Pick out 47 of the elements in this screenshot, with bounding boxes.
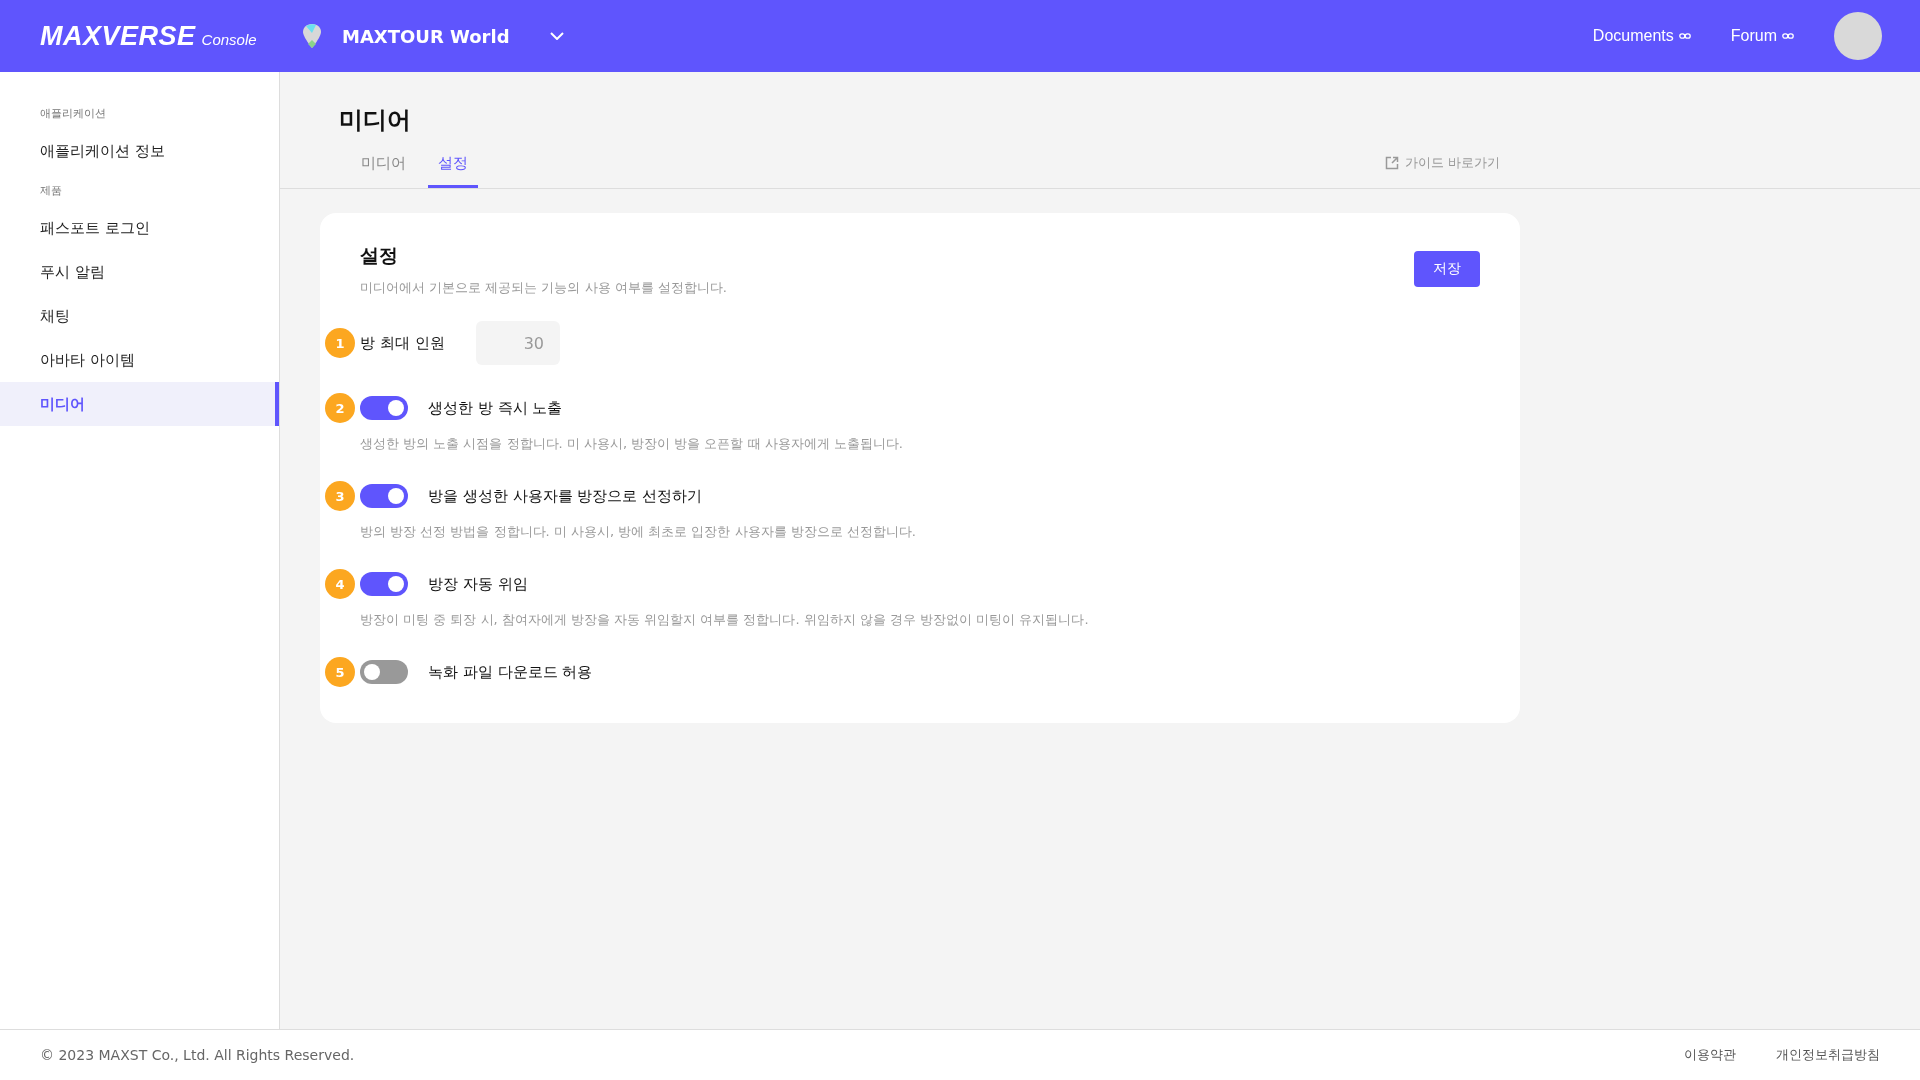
footer-link[interactable]: 개인정보취급방침 xyxy=(1776,1046,1880,1064)
sidebar-item[interactable]: 채팅 xyxy=(0,294,279,338)
card-subtitle: 미디어에서 기본으로 제공되는 기능의 사용 여부를 설정합니다. xyxy=(360,279,727,297)
step-number: 5 xyxy=(325,657,355,687)
project-name[interactable]: MAXTOUR World xyxy=(342,25,510,47)
chevron-down-icon[interactable] xyxy=(549,32,564,40)
step-number: 1 xyxy=(325,328,355,358)
number-field[interactable]: 30 xyxy=(476,321,560,365)
guide-link[interactable]: 가이드 바로가기 xyxy=(1384,154,1500,188)
sidebar-section-title: 제품 xyxy=(39,183,63,198)
sidebar-item[interactable]: 아바타 아이템 xyxy=(0,338,279,382)
logo-text[interactable]: MAXVERSE xyxy=(40,20,196,52)
copyright-text: © 2023 MAXST Co., Ltd. All Rights Reserved. xyxy=(40,1047,355,1063)
toggle-switch[interactable] xyxy=(360,484,408,508)
sidebar-section-title: 애플리케이션 xyxy=(39,106,107,121)
toggle-switch[interactable] xyxy=(360,572,408,596)
step-number: 4 xyxy=(325,569,355,599)
setting-label: 방 최대 인원 xyxy=(360,333,446,353)
sidebar-item[interactable]: 패스포트 로그인 xyxy=(0,206,279,250)
header-link[interactable]: Forum xyxy=(1730,27,1794,45)
setting-description: 생성한 방의 노출 시점을 정합니다. 미 사용시, 방장이 방을 오픈할 때 사용자에게 노출됩니다. xyxy=(360,435,904,453)
sidebar-item[interactable]: 푸시 알림 xyxy=(0,250,279,294)
tab[interactable]: 설정 xyxy=(428,154,478,188)
toggle-switch[interactable] xyxy=(360,660,408,684)
setting-description: 방장이 미팅 중 퇴장 시, 참여자에게 방장을 자동 위임할지 여부를 정합니다. 위임하지 않을 경우 방장없이 미팅이 유지됩니다. xyxy=(360,611,1090,629)
setting-label: 녹화 파일 다운로드 허용 xyxy=(428,662,593,682)
page-title: 미디어 xyxy=(339,105,412,136)
toggle-switch[interactable] xyxy=(360,396,408,420)
link-icon xyxy=(1782,33,1794,39)
tab[interactable]: 미디어 xyxy=(351,154,416,188)
sidebar-item[interactable]: 미디어 xyxy=(0,382,279,426)
setting-label: 생성한 방 즉시 노출 xyxy=(428,398,563,418)
footer-link[interactable]: 이용약관 xyxy=(1684,1046,1736,1064)
setting-description: 방의 방장 선정 방법을 정합니다. 미 사용시, 방에 최초로 입장한 사용자를 방장으로 선정합니다. xyxy=(360,523,917,541)
step-number: 2 xyxy=(325,393,355,423)
step-number: 3 xyxy=(325,481,355,511)
setting-label: 방을 생성한 사용자를 방장으로 선정하기 xyxy=(428,486,703,506)
sidebar-item[interactable]: 애플리케이션 정보 xyxy=(0,129,279,173)
map-pin-icon xyxy=(302,23,322,49)
external-link-icon xyxy=(1384,156,1399,170)
card-title: 설정 xyxy=(360,243,399,268)
header-link[interactable]: Documents xyxy=(1592,27,1691,45)
setting-label: 방장 자동 위임 xyxy=(428,574,528,594)
link-icon xyxy=(1678,33,1691,39)
save-button[interactable]: 저장 xyxy=(1414,251,1480,287)
avatar[interactable] xyxy=(1834,12,1882,60)
logo-subtitle: Console xyxy=(201,30,257,48)
